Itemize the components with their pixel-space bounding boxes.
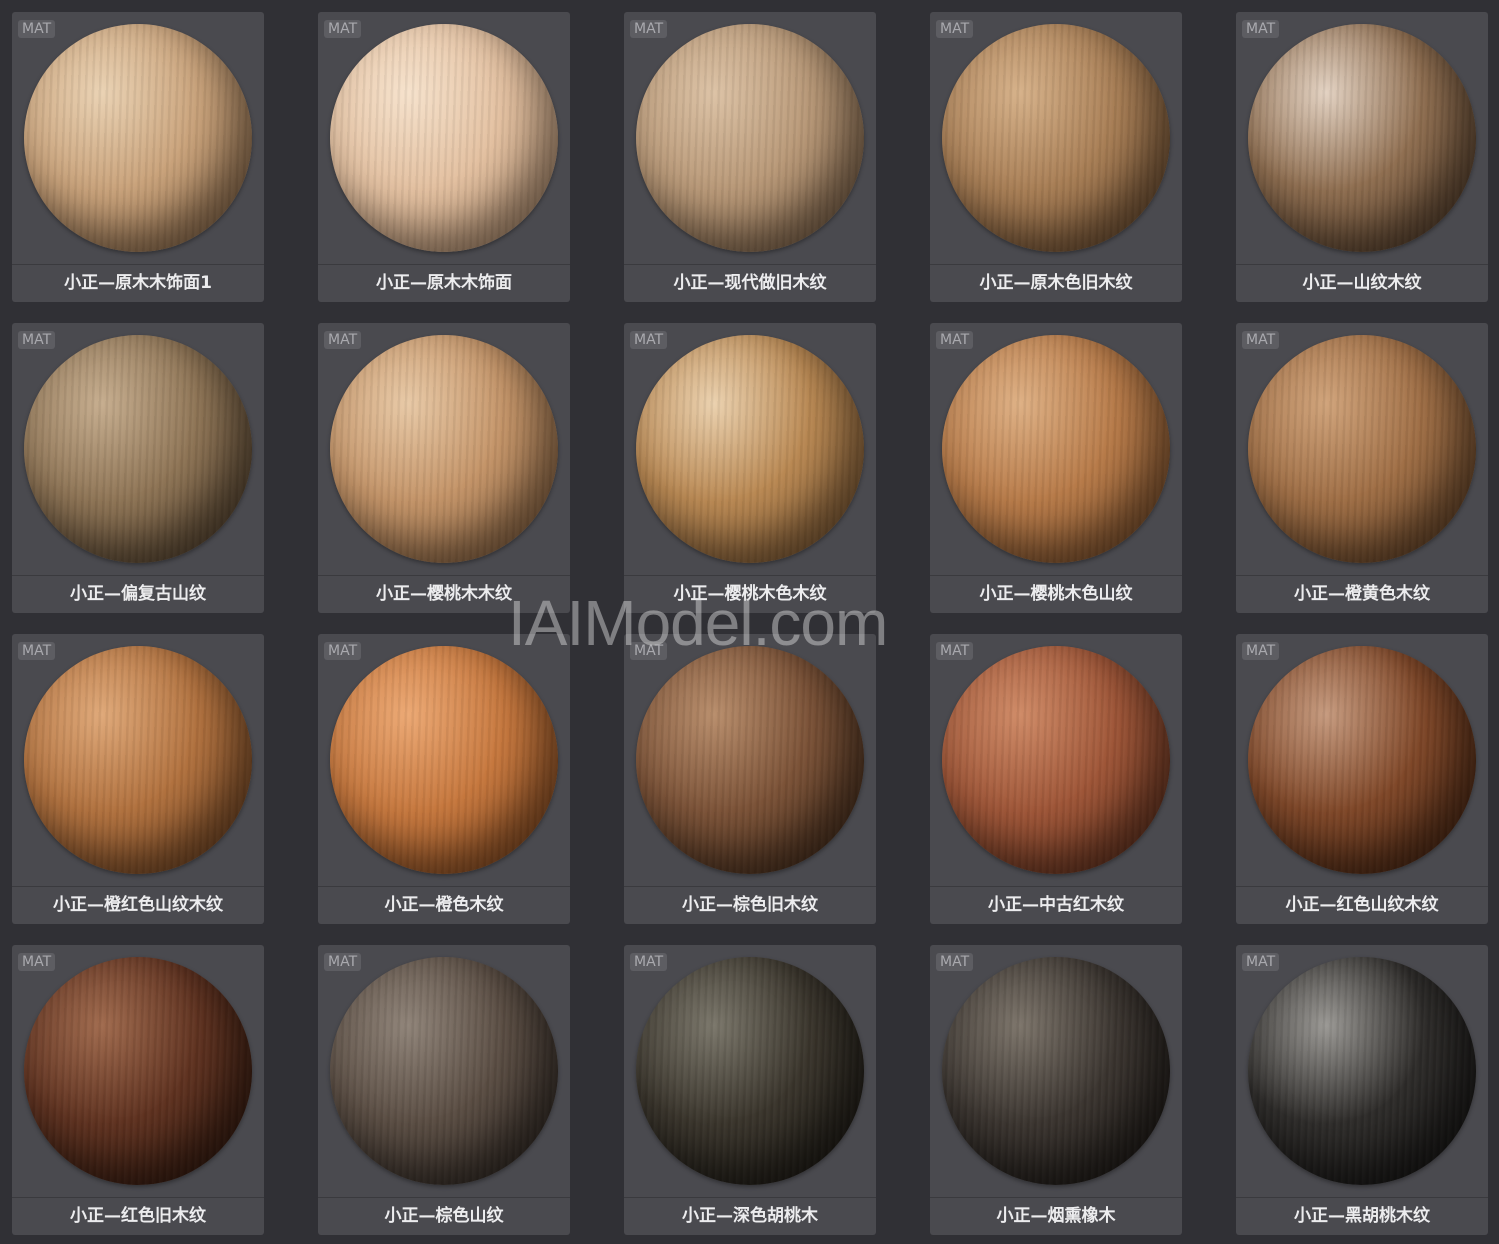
material-name: 小正—红色山纹木纹 xyxy=(1285,895,1439,915)
material-name: 小正—偏复古山纹 xyxy=(70,584,206,604)
mat-badge: MAT xyxy=(1242,642,1280,660)
material-name: 小正—樱桃木色山纹 xyxy=(979,584,1133,604)
material-preview-sphere xyxy=(636,335,864,563)
material-name: 小正—棕色旧木纹 xyxy=(682,895,818,915)
material-preview-sphere xyxy=(636,24,864,252)
mat-badge: MAT xyxy=(936,953,974,971)
mat-badge: MAT xyxy=(936,20,974,38)
material-name: 小正—原木木饰面 xyxy=(376,273,512,293)
material-preview-sphere xyxy=(330,335,558,563)
material-grid: MAT 小正—原木木饰面1 MAT 小正—原木木饰面 MAT 小正—现代做旧木纹 MAT 小正… xyxy=(12,12,1488,1235)
material-card[interactable]: MAT 小正—山纹木纹 xyxy=(1236,12,1488,302)
material-name: 小正—山纹木纹 xyxy=(1302,273,1422,293)
material-card[interactable]: MAT 小正—樱桃木木纹 xyxy=(318,323,570,613)
material-preview-sphere xyxy=(330,646,558,874)
material-preview-sphere xyxy=(330,24,558,252)
material-name: 小正—橙黄色木纹 xyxy=(1294,584,1430,604)
mat-badge: MAT xyxy=(18,953,56,971)
material-card[interactable]: MAT 小正—原木木饰面1 xyxy=(12,12,264,302)
material-name: 小正—现代做旧木纹 xyxy=(673,273,827,293)
material-card[interactable]: MAT 小正—樱桃木色山纹 xyxy=(930,323,1182,613)
material-preview-sphere xyxy=(942,335,1170,563)
material-name: 小正—原木色旧木纹 xyxy=(979,273,1133,293)
material-card[interactable]: MAT 小正—中古红木纹 xyxy=(930,634,1182,924)
material-preview-sphere xyxy=(636,646,864,874)
material-card[interactable]: MAT 小正—烟熏橡木 xyxy=(930,945,1182,1235)
material-name: 小正—中古红木纹 xyxy=(988,895,1124,915)
material-preview-sphere xyxy=(330,957,558,1185)
material-preview-sphere xyxy=(24,24,252,252)
material-preview-sphere xyxy=(1248,957,1476,1185)
material-name: 小正—烟熏橡木 xyxy=(996,1206,1116,1226)
material-preview-sphere xyxy=(1248,24,1476,252)
mat-badge: MAT xyxy=(1242,953,1280,971)
mat-badge: MAT xyxy=(936,331,974,349)
material-card[interactable]: MAT 小正—现代做旧木纹 xyxy=(624,12,876,302)
material-card[interactable]: MAT 小正—红色旧木纹 xyxy=(12,945,264,1235)
material-card[interactable]: MAT 小正—深色胡桃木 xyxy=(624,945,876,1235)
mat-badge: MAT xyxy=(18,642,56,660)
mat-badge: MAT xyxy=(18,20,56,38)
mat-badge: MAT xyxy=(1242,20,1280,38)
material-card[interactable]: MAT 小正—原木色旧木纹 xyxy=(930,12,1182,302)
material-name: 小正—原木木饰面1 xyxy=(64,273,212,293)
mat-badge: MAT xyxy=(18,331,56,349)
material-preview-sphere xyxy=(942,957,1170,1185)
mat-badge: MAT xyxy=(630,642,668,660)
material-card[interactable]: MAT 小正—原木木饰面 xyxy=(318,12,570,302)
mat-badge: MAT xyxy=(630,953,668,971)
material-name: 小正—樱桃木色木纹 xyxy=(673,584,827,604)
mat-badge: MAT xyxy=(1242,331,1280,349)
material-card[interactable]: MAT 小正—红色山纹木纹 xyxy=(1236,634,1488,924)
material-preview-sphere xyxy=(24,646,252,874)
mat-badge: MAT xyxy=(324,953,362,971)
mat-badge: MAT xyxy=(324,642,362,660)
material-preview-sphere xyxy=(942,24,1170,252)
material-card[interactable]: MAT 小正—橙色木纹 xyxy=(318,634,570,924)
material-name: 小正—橙色木纹 xyxy=(384,895,504,915)
material-preview-sphere xyxy=(1248,335,1476,563)
mat-badge: MAT xyxy=(324,331,362,349)
material-card[interactable]: MAT 小正—黑胡桃木纹 xyxy=(1236,945,1488,1235)
material-name: 小正—橙红色山纹木纹 xyxy=(53,895,223,915)
material-name: 小正—红色旧木纹 xyxy=(70,1206,206,1226)
material-card[interactable]: MAT 小正—樱桃木色木纹 xyxy=(624,323,876,613)
material-name: 小正—黑胡桃木纹 xyxy=(1294,1206,1430,1226)
mat-badge: MAT xyxy=(324,20,362,38)
material-preview-sphere xyxy=(24,335,252,563)
material-name: 小正—棕色山纹 xyxy=(384,1206,504,1226)
material-name: 小正—樱桃木木纹 xyxy=(376,584,512,604)
material-preview-sphere xyxy=(942,646,1170,874)
material-card[interactable]: MAT 小正—棕色旧木纹 xyxy=(624,634,876,924)
material-preview-sphere xyxy=(1248,646,1476,874)
mat-badge: MAT xyxy=(630,20,668,38)
material-card[interactable]: MAT 小正—偏复古山纹 xyxy=(12,323,264,613)
mat-badge: MAT xyxy=(936,642,974,660)
material-preview-sphere xyxy=(24,957,252,1185)
mat-badge: MAT xyxy=(630,331,668,349)
material-name: 小正—深色胡桃木 xyxy=(682,1206,818,1226)
material-card[interactable]: MAT 小正—橙黄色木纹 xyxy=(1236,323,1488,613)
material-card[interactable]: MAT 小正—橙红色山纹木纹 xyxy=(12,634,264,924)
material-card[interactable]: MAT 小正—棕色山纹 xyxy=(318,945,570,1235)
material-preview-sphere xyxy=(636,957,864,1185)
